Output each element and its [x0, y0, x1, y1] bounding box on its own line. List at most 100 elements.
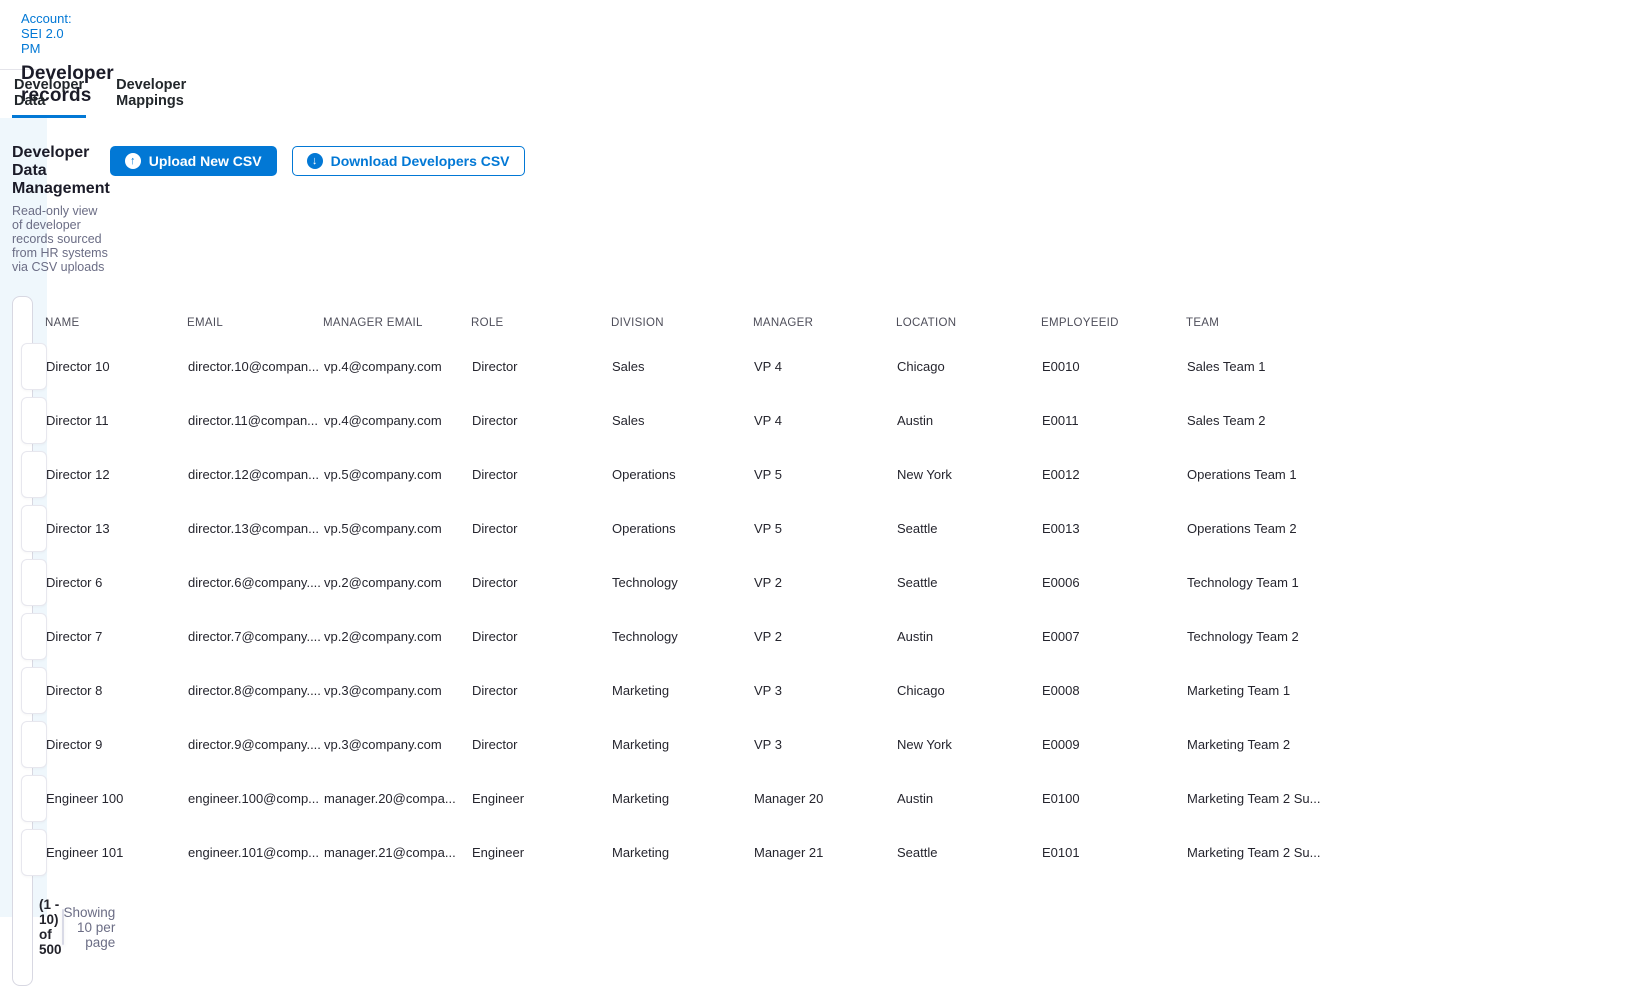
column-header-division: DIVISION [611, 317, 753, 329]
table-row: Director 12director.12@compan...vp.5@com… [21, 451, 47, 498]
table-cell: Marketing [612, 845, 754, 860]
column-header-name: NAME [45, 317, 187, 329]
table-cell: Director 12 [46, 467, 188, 482]
account-breadcrumb-link[interactable]: Account: SEI 2.0 PM [21, 11, 72, 56]
tab-developer-data[interactable]: Developer Data [12, 70, 86, 118]
table-row: Director 7director.7@company....vp.2@com… [21, 613, 47, 660]
table-cell: VP 5 [754, 467, 897, 482]
top-header: Account: SEI 2.0 PM Developer records [0, 0, 47, 70]
table-row: Director 13director.13@compan...vp.5@com… [21, 505, 47, 552]
table-cell: Marketing [612, 737, 754, 752]
table-cell: Director [472, 521, 612, 536]
table-cell: Technology Team 2 [1187, 629, 1327, 644]
table-cell: engineer.101@comp... [188, 845, 324, 860]
table-cell: E0011 [1042, 413, 1187, 428]
table-cell: vp.2@company.com [324, 575, 472, 590]
table-cell: Operations [612, 521, 754, 536]
table-cell: Director 9 [46, 737, 188, 752]
column-header-manager: MANAGER [753, 317, 896, 329]
table-cell: Marketing [612, 683, 754, 698]
table-cell: manager.20@compa... [324, 791, 472, 806]
section-title: Developer Data Management [12, 144, 110, 198]
column-header-employeeid: EMPLOYEEID [1041, 317, 1186, 329]
table-cell: Marketing [612, 791, 754, 806]
table-cell: engineer.100@comp... [188, 791, 324, 806]
table-cell: VP 5 [754, 521, 897, 536]
table-cell: Director 10 [46, 359, 188, 374]
tab-developer-mappings[interactable]: Developer Mappings [114, 70, 188, 118]
table-cell: Director [472, 629, 612, 644]
table-cell: director.10@compan... [188, 359, 324, 374]
table-header-row: NAMEEMAILMANAGER EMAILROLEDIVISIONMANAGE… [13, 297, 53, 343]
table-cell: Chicago [897, 359, 1042, 374]
upload-new-csv-button[interactable]: ↑ Upload New CSV [110, 146, 277, 176]
table-cell: director.6@company.... [188, 575, 324, 590]
download-button-label: Download Developers CSV [331, 153, 510, 169]
table-cell: E0010 [1042, 359, 1187, 374]
table-cell: director.9@company.... [188, 737, 324, 752]
table-cell: vp.5@company.com [324, 521, 472, 536]
table-cell: vp.2@company.com [324, 629, 472, 644]
download-arrow-icon: ↓ [307, 153, 323, 169]
table-cell: Marketing Team 1 [1187, 683, 1327, 698]
column-header-location: LOCATION [896, 317, 1041, 329]
table-cell: E0012 [1042, 467, 1187, 482]
table-cell: New York [897, 737, 1042, 752]
table-cell: Chicago [897, 683, 1042, 698]
table-cell: Marketing Team 2 [1187, 737, 1327, 752]
upload-button-label: Upload New CSV [149, 153, 262, 169]
table-cell: VP 3 [754, 737, 897, 752]
table-cell: Seattle [897, 521, 1042, 536]
table-cell: Marketing Team 2 Su... [1187, 791, 1327, 806]
table-cell: E0013 [1042, 521, 1187, 536]
page-root: Account: SEI 2.0 PM Developer records De… [0, 0, 47, 917]
column-header-team: TEAM [1186, 317, 1326, 329]
csv-action-buttons: ↑ Upload New CSV ↓ Download Developers C… [110, 146, 525, 176]
table-cell: VP 2 [754, 629, 897, 644]
table-cell: vp.3@company.com [324, 737, 472, 752]
table-cell: Seattle [897, 845, 1042, 860]
table-cell: vp.4@company.com [324, 359, 472, 374]
table-cell: vp.5@company.com [324, 467, 472, 482]
table-cell: director.7@company.... [188, 629, 324, 644]
table-cell: vp.4@company.com [324, 413, 472, 428]
table-cell: Engineer 100 [46, 791, 188, 806]
table-cell: Engineer [472, 791, 612, 806]
table-row: Director 11director.11@compan...vp.4@com… [21, 397, 47, 444]
table-cell: E0100 [1042, 791, 1187, 806]
table-cell: Manager 20 [754, 791, 897, 806]
table-body: Director 10director.10@compan...vp.4@com… [13, 343, 32, 885]
table-cell: VP 4 [754, 359, 897, 374]
table-cell: Director 13 [46, 521, 188, 536]
table-cell: Director 7 [46, 629, 188, 644]
table-cell: Operations [612, 467, 754, 482]
table-cell: E0101 [1042, 845, 1187, 860]
table-cell: director.11@compan... [188, 413, 324, 428]
table-row: Director 6director.6@company....vp.2@com… [21, 559, 47, 606]
table-cell: E0008 [1042, 683, 1187, 698]
download-developers-csv-button[interactable]: ↓ Download Developers CSV [292, 146, 525, 176]
table-cell: E0006 [1042, 575, 1187, 590]
table-cell: Director 6 [46, 575, 188, 590]
table-row: Engineer 100engineer.100@comp...manager.… [21, 775, 47, 822]
table-cell: Sales Team 2 [1187, 413, 1327, 428]
table-row: Director 8director.8@company....vp.3@com… [21, 667, 47, 714]
section-header-text: Developer Data Management Read-only view… [12, 144, 110, 274]
table-cell: Marketing Team 2 Su... [1187, 845, 1327, 860]
developer-table-card: NAMEEMAILMANAGER EMAILROLEDIVISIONMANAGE… [12, 296, 33, 986]
table-cell: director.8@company.... [188, 683, 324, 698]
table-cell: Director [472, 413, 612, 428]
table-row: Engineer 101engineer.101@comp...manager.… [21, 829, 47, 876]
table-cell: Engineer 101 [46, 845, 188, 860]
tab-bar: Developer Data Developer Mappings [0, 70, 47, 118]
table-cell: Sales [612, 413, 754, 428]
table-cell: Sales [612, 359, 754, 374]
table-cell: VP 2 [754, 575, 897, 590]
table-cell: director.12@compan... [188, 467, 324, 482]
table-cell: Director 8 [46, 683, 188, 698]
table-footer: (1 - 10) of 500 ← Prev 12345•••4950 Next… [13, 885, 143, 957]
section-subtitle: Read-only view of developer records sour… [12, 204, 110, 274]
table-cell: Operations Team 1 [1187, 467, 1327, 482]
column-header-manager-email: MANAGER EMAIL [323, 317, 471, 329]
table-row: Director 9director.9@company....vp.3@com… [21, 721, 47, 768]
